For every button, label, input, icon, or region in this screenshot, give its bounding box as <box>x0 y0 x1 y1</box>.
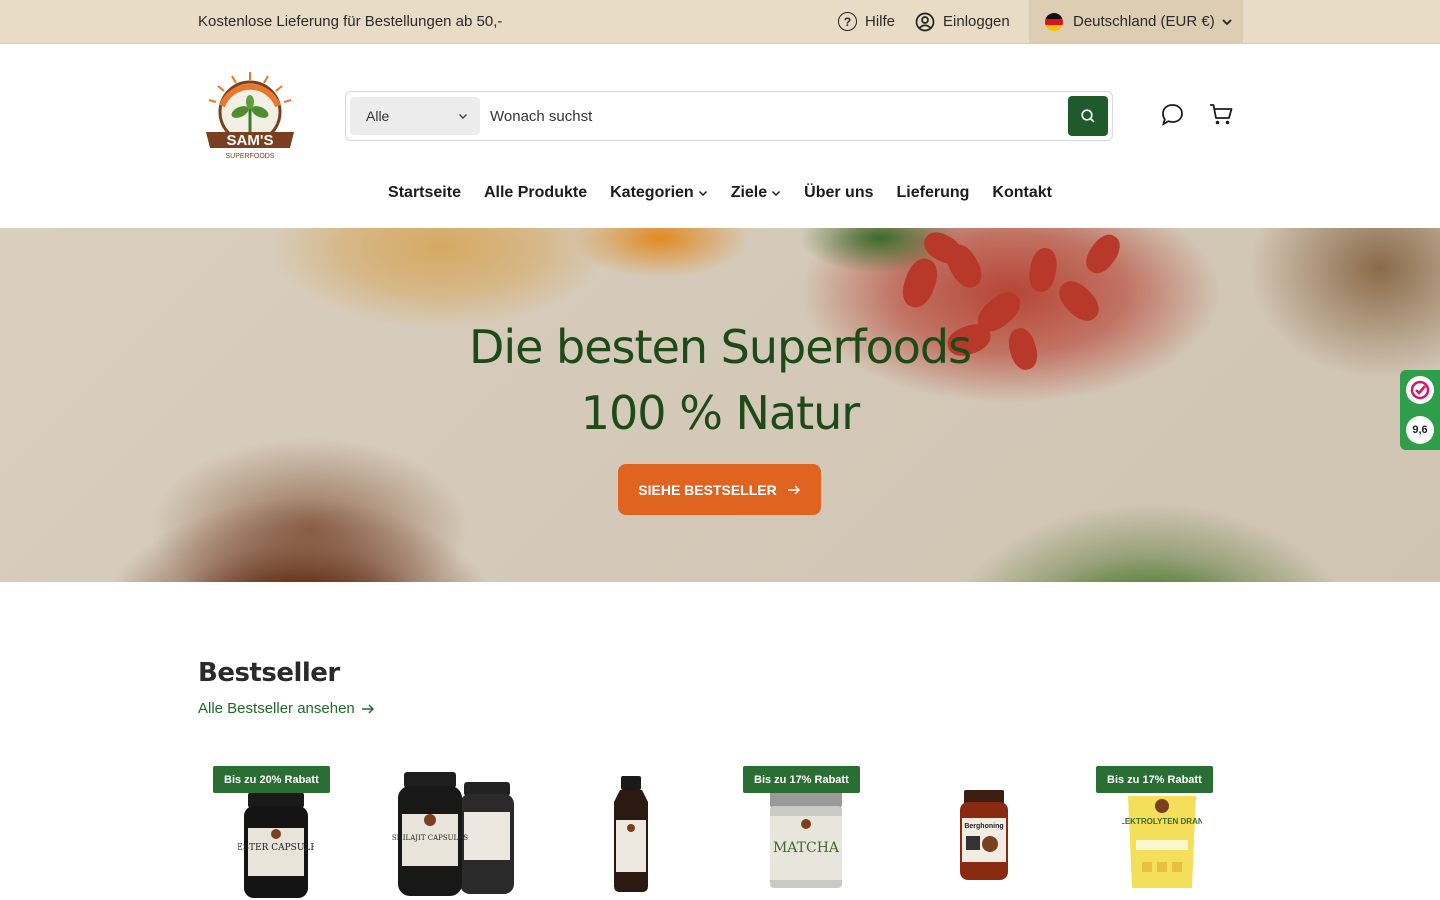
product-label: MATCHA <box>773 840 840 856</box>
cta-label: SIEHE BESTSELLER <box>638 481 777 498</box>
nav-label: Kategorien <box>610 184 694 201</box>
search-category-select[interactable]: Alle <box>350 97 480 135</box>
product-card[interactable]: Bis zu 17% Rabatt ELEKTROLYTEN DRANK <box>1096 760 1241 900</box>
product-image <box>614 776 648 892</box>
user-icon <box>915 12 935 31</box>
germany-flag-icon <box>1045 12 1063 31</box>
nav-item-lieferung[interactable]: Lieferung <box>897 184 970 202</box>
announcement-bar: Kostenlose Lieferung für Bestellungen ab… <box>0 0 1440 44</box>
topbar-links: ? Hilfe Einloggen <box>838 0 1010 43</box>
sams-superfoods-logo[interactable]: SAM'S SUPERFOODS <box>200 70 300 162</box>
product-image: MATCHA <box>770 790 842 888</box>
search-icon <box>1081 109 1095 123</box>
login-link[interactable]: Einloggen <box>915 12 1010 32</box>
trust-rating-widget[interactable]: 9,6 <box>1400 370 1440 450</box>
announcement-text: Kostenlose Lieferung für Bestellungen ab… <box>198 13 503 30</box>
nav-item-ziele[interactable]: Ziele <box>731 184 781 202</box>
nav-item-alle-produkte[interactable]: Alle Produkte <box>484 184 587 202</box>
nav-label: Kontakt <box>992 184 1052 201</box>
login-label: Einloggen <box>943 13 1010 30</box>
help-link[interactable]: ? Hilfe <box>838 12 895 31</box>
search-category-value: Alle <box>366 108 390 124</box>
nav-item-ueber-uns[interactable]: Über uns <box>804 184 873 202</box>
product-card[interactable]: SHILAJIT CAPSULES <box>386 760 531 900</box>
product-label: ELEKTROLYTEN DRANK <box>1122 817 1202 826</box>
product-label: OESTER CAPSULES <box>238 843 314 853</box>
rating-score: 9,6 <box>1406 416 1434 444</box>
chevron-down-icon <box>772 190 781 197</box>
view-all-bestsellers-link[interactable]: Alle Bestseller ansehen <box>198 700 375 717</box>
product-image: ELEKTROLYTEN DRANK <box>1122 796 1202 888</box>
discount-badge: Bis zu 17% Rabatt <box>743 766 860 793</box>
hero-title-line1: Die besten Superfoods <box>468 320 972 374</box>
discount-badge: Bis zu 17% Rabatt <box>1096 766 1213 793</box>
see-bestsellers-button[interactable]: SIEHE BESTSELLER <box>618 464 821 515</box>
chat-icon[interactable] <box>1160 102 1185 127</box>
product-card[interactable]: Bis zu 20% Rabatt OESTER CAPSULES <box>198 760 343 900</box>
search-button[interactable] <box>1068 96 1108 136</box>
hero-title-line2: 100 % Natur <box>580 386 860 440</box>
product-image: SHILAJIT CAPSULES <box>392 772 514 896</box>
trust-check-icon <box>1406 376 1434 404</box>
svg-text:SUPERFOODS: SUPERFOODS <box>225 153 274 160</box>
help-icon: ? <box>838 12 857 31</box>
nav-item-kategorien[interactable]: Kategorien <box>610 184 708 202</box>
nav-item-startseite[interactable]: Startseite <box>388 184 461 202</box>
product-label: Berghoning <box>964 823 1003 830</box>
site-header: SAM'S SUPERFOODS Alle <box>0 44 1440 184</box>
product-image: Berghoning <box>960 790 1008 880</box>
product-card[interactable]: Bis zu 17% Rabatt MATCHA <box>738 760 883 900</box>
product-card[interactable] <box>562 760 707 900</box>
country-selector[interactable]: Deutschland (EUR €) <box>1029 0 1243 43</box>
search-bar: Alle <box>345 91 1113 141</box>
svg-text:SAM'S: SAM'S <box>227 132 274 149</box>
goji-berry <box>897 254 943 312</box>
discount-badge: Bis zu 20% Rabatt <box>213 766 330 793</box>
view-all-label: Alle Bestseller ansehen <box>198 700 355 717</box>
nav-item-kontakt[interactable]: Kontakt <box>992 184 1052 202</box>
cart-icon[interactable] <box>1208 102 1234 127</box>
chevron-down-icon <box>1222 18 1232 25</box>
bestseller-carousel: Bis zu 20% Rabatt OESTER CAPSULES SHILAJ… <box>198 760 1243 900</box>
nav-label: Startseite <box>388 184 461 201</box>
search-input[interactable] <box>480 107 1068 125</box>
hero-banner: Die besten Superfoods 100 % Natur SIEHE … <box>0 228 1440 582</box>
chevron-down-icon <box>698 190 707 197</box>
country-label: Deutschland (EUR €) <box>1073 13 1215 30</box>
help-label: Hilfe <box>865 13 896 30</box>
nav-label: Über uns <box>804 184 874 201</box>
main-navigation: Startseite Alle Produkte Kategorien Ziel… <box>0 184 1440 202</box>
bestseller-heading: Bestseller <box>198 658 340 688</box>
chevron-down-icon <box>459 114 467 119</box>
product-label: SHILAJIT CAPSULES <box>392 834 468 842</box>
arrow-right-icon <box>787 484 800 495</box>
goji-berry <box>1026 246 1060 294</box>
product-image: OESTER CAPSULES <box>238 792 314 898</box>
nav-label: Lieferung <box>896 184 970 201</box>
nav-label: Ziele <box>730 184 768 201</box>
product-card[interactable]: Berghoning <box>914 760 1059 900</box>
nav-label: Alle Produkte <box>483 184 588 201</box>
goji-berry <box>1080 229 1126 279</box>
arrow-right-icon <box>361 704 374 713</box>
